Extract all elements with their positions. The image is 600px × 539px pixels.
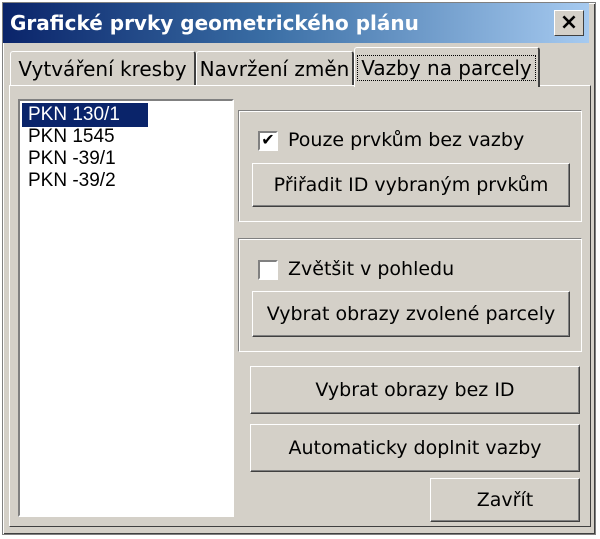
close-icon: ×	[559, 10, 579, 35]
check-mark-icon: ✔	[261, 132, 275, 149]
tab-label: Vazby na parcely	[357, 54, 536, 81]
tab-navrzeni-zmen[interactable]: Navržení změn	[196, 51, 354, 85]
list-item[interactable]: PKN 1545	[22, 125, 148, 149]
list-item[interactable]: PKN -39/1	[22, 147, 148, 171]
button-label: Vybrat obrazy zvolené parcely	[266, 303, 556, 325]
tab-label: Vytváření kresby	[18, 56, 187, 81]
parcel-listbox[interactable]: PKN 130/1 PKN 1545 PKN -39/1 PKN -39/2	[18, 99, 234, 517]
checkbox-zoom-in-view[interactable]	[258, 260, 278, 280]
button-label: Vybrat obrazy bez ID	[315, 379, 515, 401]
checkbox-label: Zvětšit v pohledu	[288, 258, 455, 280]
checkbox-label: Pouze prvkům bez vazby	[288, 129, 525, 151]
close-button[interactable]: Zavřít	[430, 478, 580, 522]
select-images-without-id-button[interactable]: Vybrat obrazy bez ID	[250, 366, 580, 414]
select-parcel-images-button[interactable]: Vybrat obrazy zvolené parcely	[252, 291, 570, 337]
assign-id-button[interactable]: Přiřadit ID vybraným prvkům	[252, 163, 570, 207]
button-label: Automaticky doplnit vazby	[288, 437, 542, 459]
button-label: Přiřadit ID vybraným prvkům	[273, 174, 549, 196]
title-bar[interactable]: Grafické prvky geometrického plánu ×	[3, 3, 589, 43]
window-title: Grafické prvky geometrického plánu	[10, 11, 419, 35]
tab-vazby-na-parcely[interactable]: Vazby na parcely	[354, 47, 540, 87]
auto-fill-links-button[interactable]: Automaticky doplnit vazby	[250, 424, 580, 472]
close-window-button[interactable]: ×	[554, 10, 584, 36]
button-label: Zavřít	[476, 489, 534, 511]
list-item[interactable]: PKN 130/1	[22, 103, 148, 127]
list-item[interactable]: PKN -39/2	[22, 169, 148, 193]
tab-vytvareni-kresby[interactable]: Vytváření kresby	[10, 51, 196, 85]
tab-label: Navržení změn	[199, 56, 350, 81]
checkbox-only-unlinked[interactable]: ✔	[258, 131, 278, 151]
